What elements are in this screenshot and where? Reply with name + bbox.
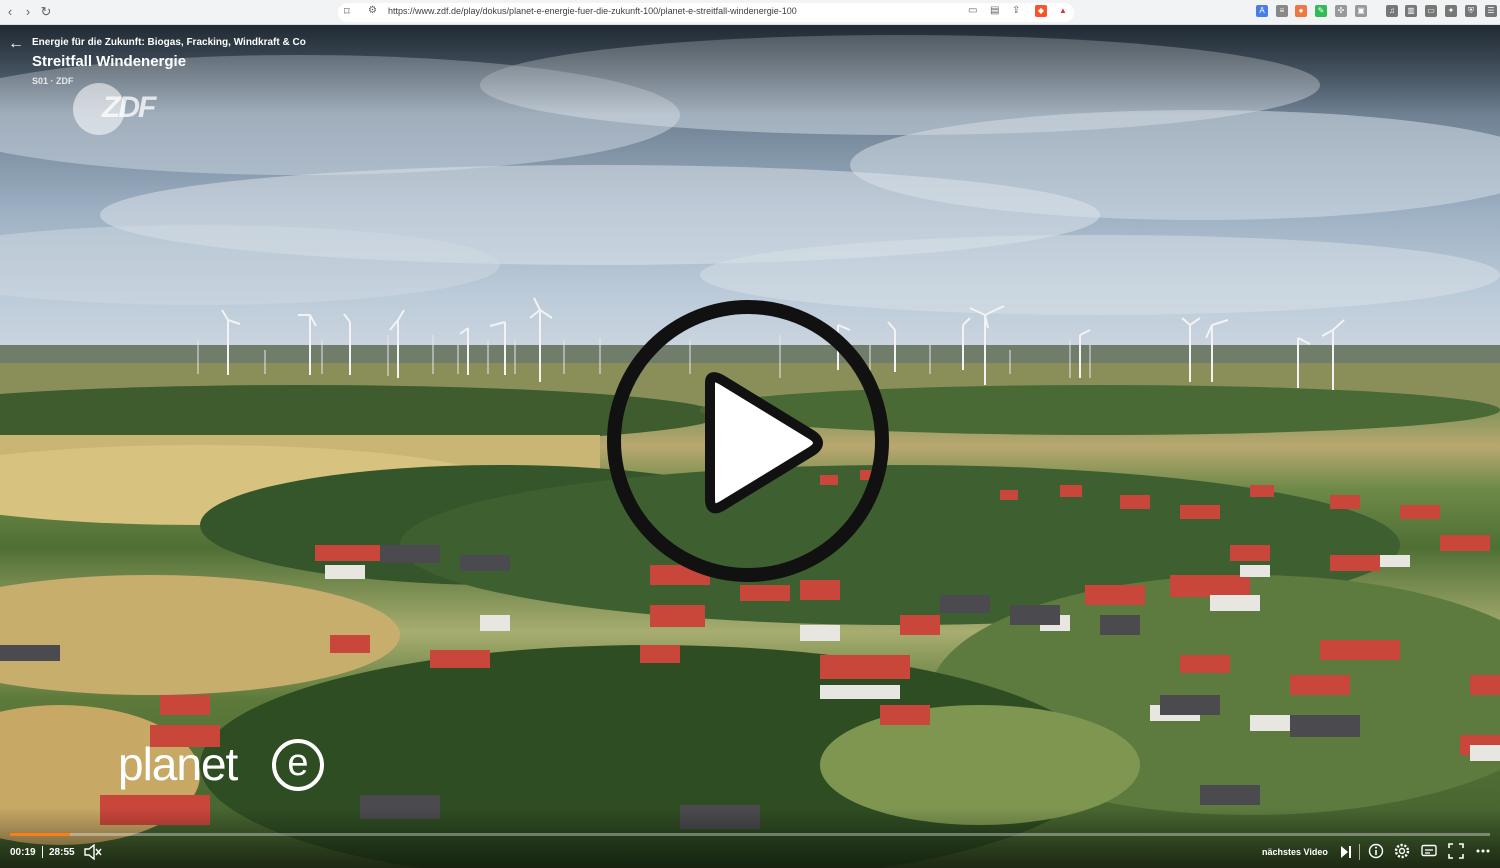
wallet-icon[interactable]: ▭ [1425, 5, 1437, 17]
browser-toolbar: ‹ › ↻ ⌑ ⚙ https://www.zdf.de/play/dokus/… [0, 0, 1500, 25]
controls-gradient [0, 808, 1500, 868]
extension-leaf-icon[interactable]: ✎ [1315, 5, 1327, 17]
ai-icon[interactable]: ✦ [1445, 5, 1457, 17]
zdf-logo: ZDF [102, 91, 156, 124]
time-total: 28:55 [49, 847, 75, 858]
puzzle-icon[interactable]: ✣ [1335, 5, 1347, 17]
controls-separator [1359, 844, 1360, 860]
sidebar-icon[interactable]: ▥ [1405, 5, 1417, 17]
series-title[interactable]: Energie für die Zukunft: Biogas, Frackin… [32, 37, 306, 48]
url-text[interactable]: https://www.zdf.de/play/dokus/planet-e-e… [388, 6, 797, 16]
menu-icon[interactable]: ☰ [1485, 5, 1497, 17]
reader-icon[interactable]: ▤ [990, 5, 999, 16]
time-separator [42, 846, 43, 858]
address-bar[interactable]: ⌑ ⚙ https://www.zdf.de/play/dokus/planet… [338, 3, 1074, 22]
brave-shield-icon[interactable]: ◆ [1035, 5, 1047, 17]
bookmark-icon[interactable]: ⌑ [344, 5, 350, 18]
media-icon[interactable]: ♫ [1386, 5, 1398, 17]
fullscreen-icon[interactable] [1448, 843, 1464, 859]
play-button[interactable] [606, 299, 890, 583]
episode-meta: S01 · ZDF [32, 76, 74, 86]
back-icon[interactable]: ‹ [2, 4, 18, 20]
info-icon[interactable] [1368, 843, 1384, 859]
planet-e-logo-e: e [272, 739, 324, 791]
forward-icon[interactable]: › [20, 4, 36, 20]
share-icon[interactable]: ⇪ [1012, 5, 1020, 16]
tab-icon[interactable]: ▣ [1355, 5, 1367, 17]
extension-color-icon[interactable]: ● [1295, 5, 1307, 17]
episode-title: Streitfall Windenergie [32, 53, 187, 70]
extension-icon[interactable]: ≡ [1276, 5, 1288, 17]
vpn-icon[interactable]: ⛨ [1465, 5, 1477, 17]
skip-next-icon[interactable] [1340, 845, 1352, 859]
video-player[interactable]: ← Energie für die Zukunft: Biogas, Frack… [0, 25, 1500, 868]
more-options-icon[interactable] [1475, 843, 1491, 859]
progress-bar[interactable] [10, 833, 1490, 836]
site-settings-icon[interactable]: ⚙ [368, 5, 377, 16]
progress-fill [10, 833, 70, 836]
cast-icon[interactable]: ▭ [968, 5, 977, 16]
back-arrow-icon[interactable]: ← [8, 36, 24, 52]
rewards-icon[interactable]: ▲ [1057, 5, 1069, 17]
time-current: 00:19 [10, 847, 36, 858]
reload-icon[interactable]: ↻ [38, 4, 54, 20]
volume-muted-icon[interactable] [84, 844, 102, 860]
settings-gear-icon[interactable] [1394, 843, 1410, 859]
subtitles-icon[interactable] [1421, 843, 1437, 859]
play-icon [705, 372, 823, 514]
planet-e-logo: planet [118, 738, 238, 790]
extension-translate-icon[interactable]: A [1256, 5, 1268, 17]
next-video-label[interactable]: nächstes Video [1262, 847, 1328, 857]
